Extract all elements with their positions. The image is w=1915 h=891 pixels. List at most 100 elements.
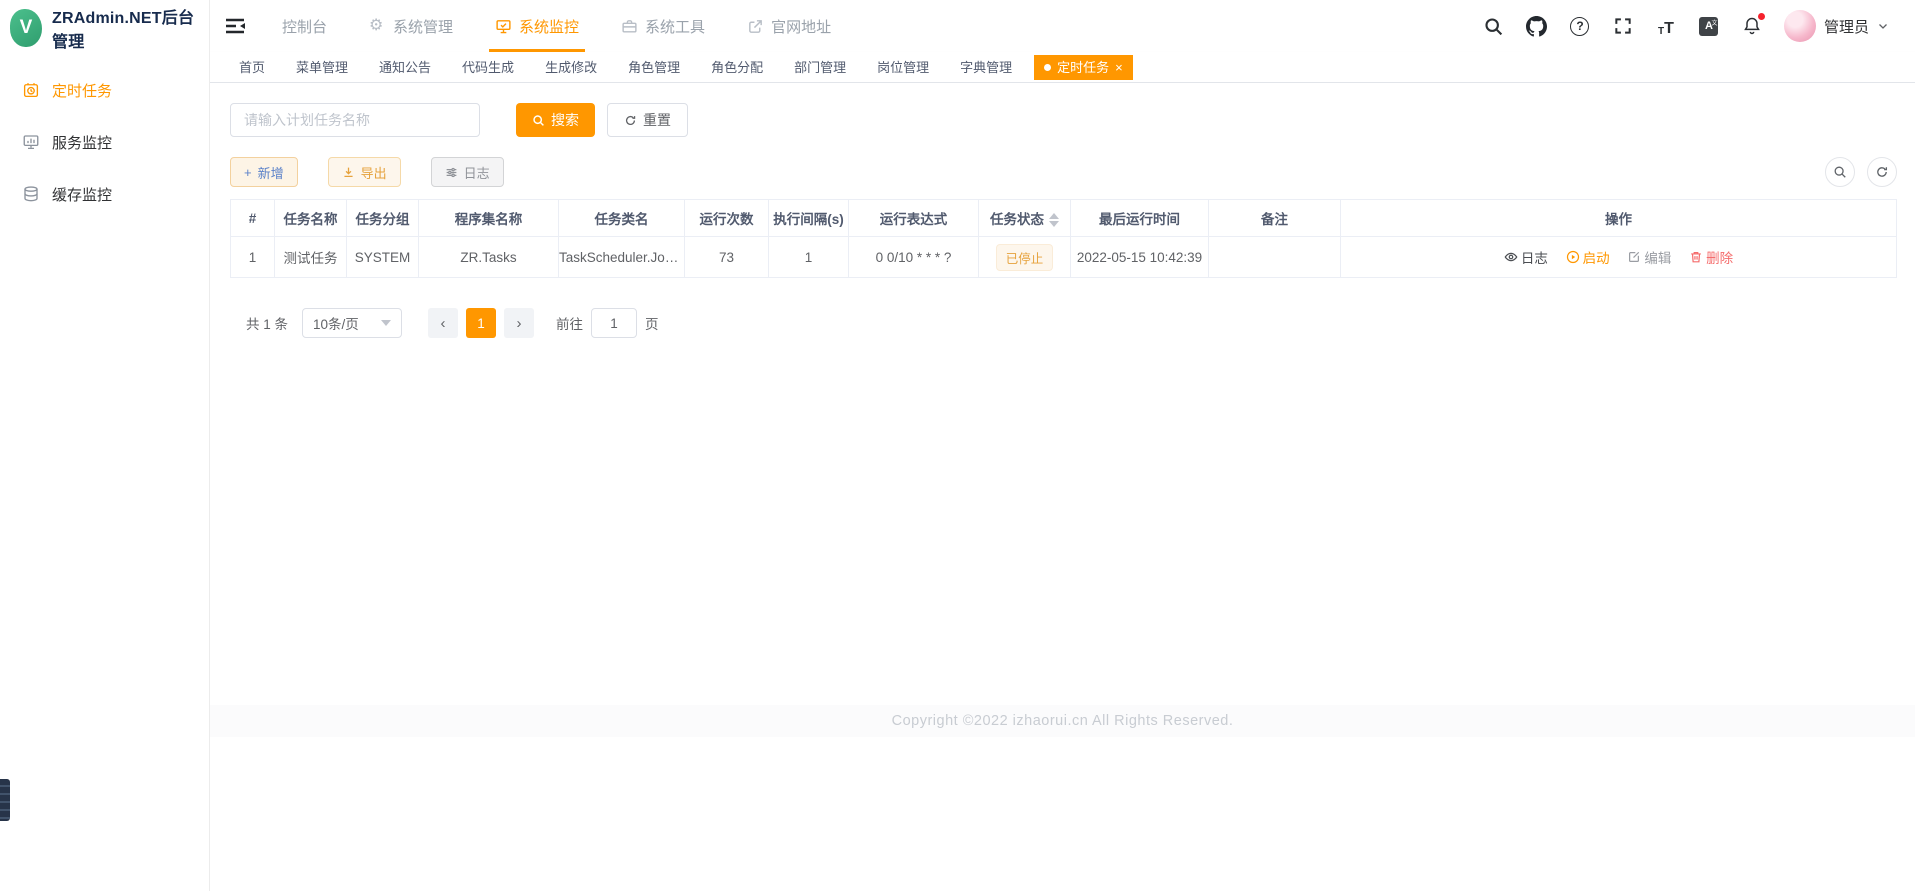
toolbar-right <box>1825 157 1897 187</box>
footer: Copyright ©2022 izhaorui.cn All Rights R… <box>210 705 1915 737</box>
goto-label: 前往 <box>556 313 583 333</box>
cell-actions: 日志 启动 <box>1341 237 1897 278</box>
tab-role-management[interactable]: 角色管理 <box>619 52 689 83</box>
tab-department-management[interactable]: 部门管理 <box>785 52 855 83</box>
sidebar-item-label: 定时任务 <box>52 80 112 101</box>
search-button[interactable]: 搜索 <box>516 103 595 137</box>
copyright-text: Copyright ©2022 izhaorui.cn All Rights R… <box>892 713 1234 729</box>
tab-role-assignment[interactable]: 角色分配 <box>702 52 772 83</box>
tab-code-generation[interactable]: 代码生成 <box>453 52 523 83</box>
prev-page-button[interactable]: ‹ <box>428 308 458 338</box>
col-class-name: 任务类名 <box>559 200 685 237</box>
pagination: 共 1 条 10条/页 ‹ 1 › 前往 页 <box>230 308 1897 338</box>
sort-icon[interactable] <box>1049 213 1059 227</box>
sidebar-item-label: 服务监控 <box>52 132 112 153</box>
table-header-row: # 任务名称 任务分组 程序集名称 任务类名 运行次数 执行间隔(s) 运行表达… <box>231 200 1897 237</box>
search-icon[interactable] <box>1483 15 1505 37</box>
row-log-label: 日志 <box>1521 247 1548 267</box>
tab-generation-edit[interactable]: 生成修改 <box>536 52 606 83</box>
nav-item-label: 系统工具 <box>645 16 705 37</box>
toggle-search-icon[interactable] <box>1825 157 1855 187</box>
nav-item-official-site[interactable]: 官网地址 <box>733 0 845 52</box>
add-button-label: 新增 <box>258 163 284 182</box>
github-icon[interactable] <box>1526 15 1548 37</box>
export-button[interactable]: 导出 <box>328 157 401 187</box>
col-actions: 操作 <box>1341 200 1897 237</box>
trash-icon <box>1689 250 1703 264</box>
logo-row[interactable]: V ZRAdmin.NET后台管理 <box>0 0 209 56</box>
fullscreen-icon[interactable] <box>1612 15 1634 37</box>
col-assembly: 程序集名称 <box>419 200 559 237</box>
user-menu[interactable]: 管理员 <box>1784 10 1889 42</box>
app-logo: V <box>10 9 42 47</box>
add-button[interactable]: + 新增 <box>230 157 298 187</box>
bell-icon[interactable] <box>1741 15 1763 37</box>
page-size-select[interactable]: 10条/页 <box>302 308 402 338</box>
task-name-input[interactable] <box>230 103 480 137</box>
eye-icon <box>1504 250 1518 264</box>
app-root: V ZRAdmin.NET后台管理 定时任务 服务监控 <box>0 0 1915 891</box>
col-status: 任务状态 <box>979 200 1071 237</box>
theme-drawer-handle[interactable] <box>0 779 10 821</box>
app-title: ZRAdmin.NET后台管理 <box>52 4 199 52</box>
nav-item-console[interactable]: 控制台 <box>268 0 341 52</box>
sidebar-collapse-icon[interactable] <box>224 15 246 37</box>
tab-dictionary-management[interactable]: 字典管理 <box>951 52 1021 83</box>
translate-icon[interactable]: A文 <box>1698 15 1720 37</box>
tasks-table: # 任务名称 任务分组 程序集名称 任务类名 运行次数 执行间隔(s) 运行表达… <box>230 199 1897 278</box>
close-icon[interactable]: × <box>1115 55 1123 80</box>
empty-space <box>210 737 1915 891</box>
external-link-icon <box>747 18 764 35</box>
help-icon[interactable]: ? <box>1569 15 1591 37</box>
timer-icon <box>22 81 40 99</box>
cell-task-name: 测试任务 <box>275 237 347 278</box>
sidebar-item-cache-monitor[interactable]: 缓存监控 <box>0 168 209 220</box>
notification-badge <box>1758 13 1765 20</box>
col-remark: 备注 <box>1209 200 1341 237</box>
status-badge: 已停止 <box>996 244 1054 271</box>
goto-page-input[interactable] <box>591 308 637 338</box>
tab-notices[interactable]: 通知公告 <box>370 52 440 83</box>
refresh-icon[interactable] <box>1867 157 1897 187</box>
cell-assembly: ZR.Tasks <box>419 237 559 278</box>
cell-remark <box>1209 237 1341 278</box>
pagination-total: 共 1 条 <box>246 313 288 333</box>
row-edit-link[interactable]: 编辑 <box>1627 247 1671 267</box>
top-navbar: 控制台 ⚙ 系统管理 系统监控 <box>210 0 1915 52</box>
sidebar-item-label: 缓存监控 <box>52 184 112 205</box>
search-form: 搜索 重置 <box>230 103 1897 137</box>
font-size-icon[interactable]: TT <box>1655 15 1677 37</box>
plus-icon: + <box>244 165 252 180</box>
active-tab-dot <box>1044 64 1051 71</box>
col-task-name: 任务名称 <box>275 200 347 237</box>
tab-post-management[interactable]: 岗位管理 <box>868 52 938 83</box>
nav-item-label: 官网地址 <box>771 16 831 37</box>
row-delete-link[interactable]: 删除 <box>1689 247 1733 267</box>
nav-item-system-tools[interactable]: 系统工具 <box>607 0 719 52</box>
cell-last-run: 2022-05-15 10:42:39 <box>1071 237 1209 278</box>
cell-cron: 0 0/10 * * * ? <box>849 237 979 278</box>
tab-menu-management[interactable]: 菜单管理 <box>287 52 357 83</box>
cell-class-name: TaskScheduler.Job_... <box>559 237 685 278</box>
tab-home[interactable]: 首页 <box>230 52 274 83</box>
sidebar-item-service-monitor[interactable]: 服务监控 <box>0 116 209 168</box>
log-button[interactable]: 日志 <box>431 157 504 187</box>
col-last-run: 最后运行时间 <box>1071 200 1209 237</box>
nav-item-system-management[interactable]: ⚙ 系统管理 <box>355 0 467 52</box>
col-interval: 执行间隔(s) <box>769 200 849 237</box>
play-circle-icon <box>1566 250 1580 264</box>
sidebar-item-scheduled-tasks[interactable]: 定时任务 <box>0 64 209 116</box>
next-page-button[interactable]: › <box>504 308 534 338</box>
page-1-button[interactable]: 1 <box>466 308 496 338</box>
row-start-link[interactable]: 启动 <box>1566 247 1610 267</box>
avatar[interactable] <box>1784 10 1816 42</box>
row-start-label: 启动 <box>1583 247 1610 267</box>
server-monitor-icon <box>22 133 40 151</box>
row-log-link[interactable]: 日志 <box>1504 247 1548 267</box>
reset-button[interactable]: 重置 <box>607 103 688 137</box>
export-button-label: 导出 <box>361 163 387 182</box>
sidebar-menu: 定时任务 服务监控 缓存监控 <box>0 56 209 220</box>
nav-item-system-monitor[interactable]: 系统监控 <box>481 0 593 52</box>
tab-scheduled-tasks-active[interactable]: 定时任务 × <box>1034 55 1133 80</box>
main-area: 控制台 ⚙ 系统管理 系统监控 <box>210 0 1915 891</box>
